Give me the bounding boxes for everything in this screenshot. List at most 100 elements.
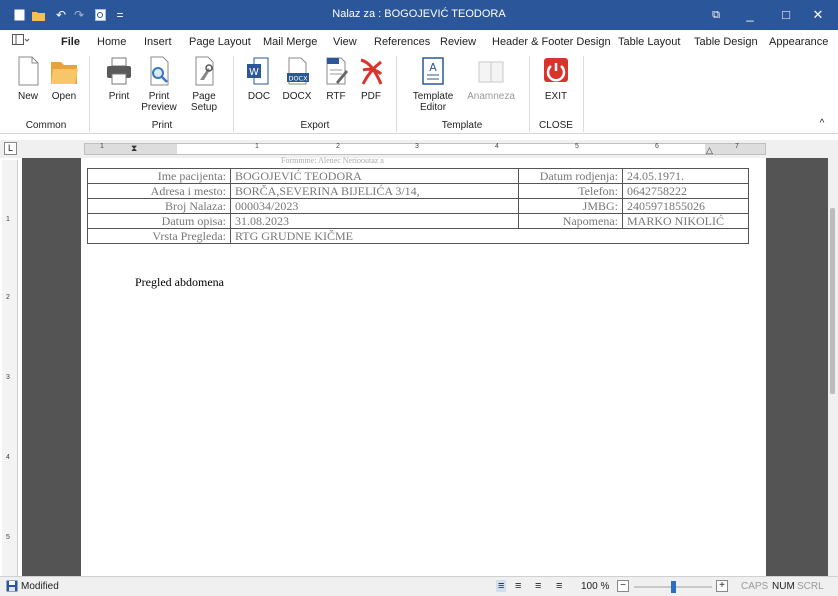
svg-text:DOCX: DOCX: [288, 75, 308, 83]
group-label-print: Print: [151, 120, 173, 131]
page-setup-button[interactable]: Page Setup: [186, 56, 222, 113]
doc-export-button[interactable]: W DOC: [243, 56, 275, 102]
ribbon-display-options-icon[interactable]: ⧉: [706, 6, 726, 24]
word-doc-icon: W: [247, 57, 269, 85]
table-label: Adresa i mesto:: [87, 183, 231, 199]
maximize-button[interactable]: □: [776, 6, 796, 24]
tab-selector-icon[interactable]: L: [4, 142, 17, 155]
vertical-ruler: 1 2 3 4 5: [2, 160, 18, 576]
page-setup-icon: [195, 56, 214, 86]
ruler-number: 4: [495, 143, 499, 150]
table-value[interactable]: MARKO NIKOLIĆ: [622, 213, 749, 229]
body-heading[interactable]: Pregled abdomena: [135, 275, 224, 290]
docx-icon: DOCX: [287, 57, 309, 85]
print-button[interactable]: Print: [103, 56, 135, 102]
new-doc-icon: [18, 56, 39, 86]
tab-header-footer-design[interactable]: Header & Footer Design: [492, 36, 611, 48]
tab-review[interactable]: Review: [440, 36, 476, 48]
group-separator: [233, 56, 234, 132]
tab-insert[interactable]: Insert: [144, 36, 172, 48]
svg-text:A: A: [429, 61, 437, 74]
collapse-ribbon-icon[interactable]: ^: [816, 118, 828, 129]
document-page[interactable]: Formmme: Alenec Neriooutaz a Ime pacijen…: [81, 156, 766, 576]
app-menu-icon[interactable]: [12, 34, 30, 49]
table-label: JMBG:: [518, 198, 623, 214]
open-button[interactable]: Open: [48, 56, 80, 102]
group-separator: [89, 56, 90, 132]
left-indent-marker-icon[interactable]: ⧗: [131, 143, 137, 154]
doc-label: DOC: [247, 91, 271, 102]
table-value[interactable]: BORČA,SEVERINA BIJELIĆA 3/14,: [230, 183, 519, 199]
tab-table-layout[interactable]: Table Layout: [618, 36, 680, 48]
template-editor-button[interactable]: A Template Editor: [408, 56, 458, 113]
zoom-in-button[interactable]: +: [716, 580, 728, 592]
template-editor-icon: A: [422, 57, 444, 85]
zoom-out-button[interactable]: −: [617, 580, 629, 592]
table-value[interactable]: 0642758222: [622, 183, 749, 199]
table-value[interactable]: BOGOJEVIĆ TEODORA: [230, 168, 519, 184]
pdf-icon: [360, 58, 383, 85]
tab-home[interactable]: Home: [97, 36, 126, 48]
vruler-number: 3: [6, 374, 10, 381]
tab-table-design[interactable]: Table Design: [694, 36, 758, 48]
faint-header-text: Formmme: Alenec Neriooutaz a: [281, 156, 384, 165]
tab-appearance[interactable]: Appearance: [769, 36, 828, 48]
vruler-number: 1: [6, 216, 10, 223]
table-value[interactable]: 000034/2023: [230, 198, 519, 214]
anamneza-button[interactable]: Anamneza: [463, 56, 519, 102]
tab-mail-merge[interactable]: Mail Merge: [263, 36, 317, 48]
rtf-icon: [326, 57, 348, 85]
table-value[interactable]: RTG GRUDNE KIČME: [230, 228, 749, 244]
page-setup-label: Page Setup: [190, 91, 218, 113]
table-value[interactable]: 31.08.2023: [230, 213, 519, 229]
tab-references[interactable]: References: [374, 36, 430, 48]
align-right-icon[interactable]: ≡: [535, 580, 541, 592]
group-label-export: Export: [300, 120, 330, 131]
table-label: Napomena:: [518, 213, 623, 229]
justify-icon[interactable]: ≡: [556, 580, 562, 592]
table-label: Telefon:: [518, 183, 623, 199]
table-value[interactable]: 2405971855026: [622, 198, 749, 214]
save-icon[interactable]: [6, 580, 18, 592]
ruler-number: 7: [735, 143, 739, 150]
new-label: New: [17, 91, 38, 102]
minimize-button[interactable]: _: [740, 6, 760, 24]
table-value[interactable]: 24.05.1971.: [622, 168, 749, 184]
scrollbar-thumb[interactable]: [830, 208, 835, 394]
print-label: Print: [108, 91, 130, 102]
power-icon: [544, 58, 568, 82]
align-center-icon[interactable]: ≡: [515, 580, 521, 592]
open-folder-icon: [51, 62, 78, 84]
table-label: Ime pacijenta:: [87, 168, 231, 184]
zoom-slider-track[interactable]: [634, 581, 712, 593]
rtf-export-button[interactable]: RTF: [320, 56, 352, 102]
status-bar: Modified ≡ ≡ ≡ ≡ 100 % − + CAPS NUM SCRL: [0, 576, 838, 596]
new-button[interactable]: New: [12, 56, 44, 102]
vertical-scrollbar[interactable]: [828, 158, 838, 576]
vruler-number: 4: [6, 454, 10, 461]
horizontal-ruler[interactable]: 1 1 2 3 4 5 6 7 ⧗ △: [84, 143, 766, 155]
tab-page-layout[interactable]: Page Layout: [189, 36, 251, 48]
ruler-number: 1: [255, 143, 259, 150]
num-indicator: NUM: [772, 581, 795, 592]
pdf-export-button[interactable]: PDF: [355, 56, 387, 102]
close-button[interactable]: ✕: [808, 6, 828, 24]
align-left-icon[interactable]: ≡: [496, 580, 507, 592]
print-preview-label: Print Preview: [141, 91, 177, 113]
anamneza-label: Anamneza: [467, 91, 515, 102]
table-row: Ime pacijenta: BOGOJEVIĆ TEODORA Datum r…: [87, 168, 749, 184]
print-preview-button[interactable]: Print Preview: [140, 56, 178, 113]
table-row: Datum opisa: 31.08.2023 Napomena: MARKO …: [87, 213, 749, 229]
exit-button[interactable]: EXIT: [538, 56, 574, 102]
ribbon: New Open Print Print Preview Page Setup …: [0, 52, 838, 134]
print-preview-icon: [150, 56, 169, 86]
right-indent-marker-icon[interactable]: △: [706, 145, 713, 156]
rtf-label: RTF: [326, 91, 346, 102]
tab-view[interactable]: View: [333, 36, 357, 48]
zoom-slider-thumb[interactable]: [670, 581, 676, 593]
tab-file[interactable]: File: [61, 36, 80, 48]
docx-export-button[interactable]: DOCX DOCX: [280, 56, 314, 102]
caps-indicator: CAPS: [741, 581, 769, 592]
ruler-bar: L 1 1 2 3 4 5 6 7 ⧗ △: [0, 140, 838, 158]
document-workspace: Formmme: Alenec Neriooutaz a Ime pacijen…: [22, 156, 828, 576]
